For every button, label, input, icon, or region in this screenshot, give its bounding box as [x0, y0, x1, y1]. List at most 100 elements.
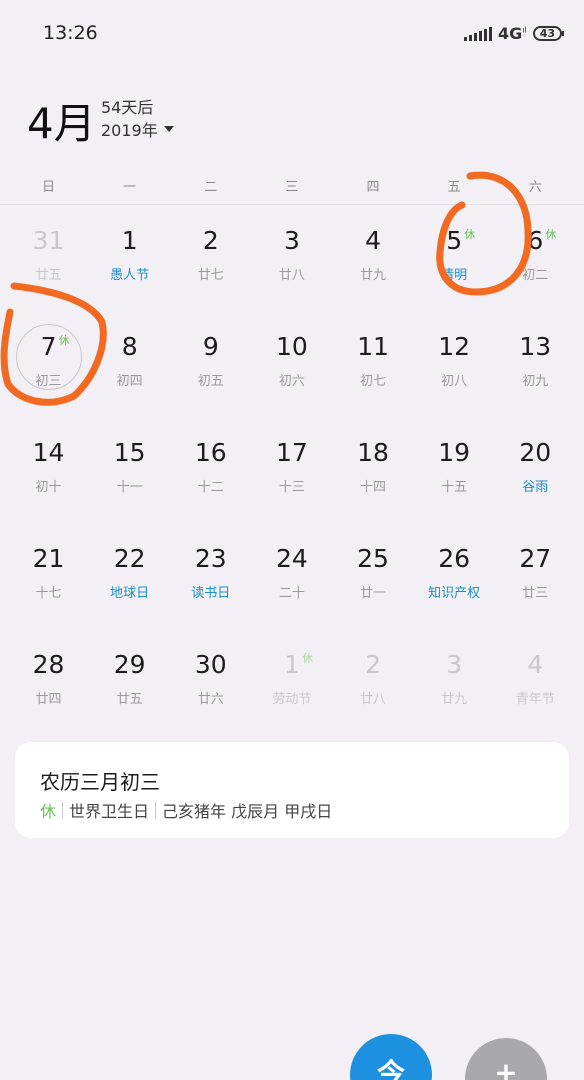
- today-label: 今: [376, 1057, 405, 1080]
- day-cell[interactable]: 11 初七: [333, 320, 414, 426]
- day-cell[interactable]: 19 十五: [414, 426, 495, 532]
- lunar-date: 农历三月初三: [40, 770, 160, 794]
- rest-day-badge: 休: [301, 652, 313, 665]
- ganzhi-label: 己亥猪年 戊辰月 甲戌日: [162, 802, 333, 821]
- weekday-mon: 一: [123, 180, 137, 195]
- day-cell[interactable]: 12 初八: [414, 320, 495, 426]
- day-number: 2: [365, 650, 382, 679]
- day-cell[interactable]: 27 廿三: [495, 532, 576, 638]
- weekday-tue: 二: [204, 180, 218, 195]
- lunar-label: 初二: [522, 268, 549, 283]
- day-cell[interactable]: 5 清明 休: [414, 214, 495, 320]
- lunar-label: 十四: [360, 480, 387, 495]
- day-cell[interactable]: 7 初三 休: [8, 320, 89, 426]
- day-cell[interactable]: 21 十七: [8, 532, 89, 638]
- day-number: 1: [283, 650, 300, 679]
- day-cell[interactable]: 14 初十: [8, 426, 89, 532]
- day-number: 21: [32, 544, 65, 573]
- separator: [62, 802, 64, 818]
- day-number: 29: [113, 650, 146, 679]
- day-cell[interactable]: 1 劳动节 休: [251, 638, 332, 744]
- add-event-button[interactable]: +: [465, 1038, 547, 1080]
- year-selector[interactable]: 2019年: [101, 117, 174, 141]
- day-cell[interactable]: 28 廿四: [8, 638, 89, 744]
- weekday-sat: 六: [528, 180, 542, 195]
- day-cell[interactable]: 9 初五: [170, 320, 251, 426]
- lunar-label: 清明: [441, 268, 468, 283]
- day-number: 19: [438, 438, 471, 467]
- lunar-label: 地球日: [110, 586, 150, 601]
- day-number: 13: [519, 332, 552, 361]
- day-number: 30: [194, 650, 227, 679]
- day-number: 6: [527, 226, 544, 255]
- day-number: 4: [365, 226, 382, 255]
- day-number: 1: [121, 226, 138, 255]
- day-number: 18: [357, 438, 389, 467]
- day-cell[interactable]: 2 廿七: [170, 214, 251, 320]
- day-cell[interactable]: 3 廿八: [251, 214, 332, 320]
- lunar-label: 廿八: [360, 692, 387, 707]
- day-cell[interactable]: 25 廿一: [333, 532, 414, 638]
- day-cell[interactable]: 1 愚人节: [89, 214, 170, 320]
- day-number: 20: [519, 438, 552, 467]
- day-number: 27: [519, 544, 552, 573]
- day-cell[interactable]: 6 初二 休: [495, 214, 576, 320]
- status-icons: 4Gıl 43: [463, 24, 565, 43]
- day-number: 14: [32, 438, 65, 467]
- lunar-label: 廿五: [116, 692, 143, 707]
- day-number: 3: [283, 226, 300, 255]
- day-cell[interactable]: 18 十四: [333, 426, 414, 532]
- day-cell[interactable]: 4 廿九: [333, 214, 414, 320]
- rest-day-badge: 休: [58, 334, 70, 347]
- day-cell[interactable]: 29 廿五: [89, 638, 170, 744]
- divider: [0, 204, 584, 205]
- day-cell[interactable]: 30 廿六: [170, 638, 251, 744]
- calendar-grid: 31 廿五 1 愚人节 2 廿七 3 廿八 4 廿九 5 清明休 6 初二休 7 初三休 8 初四 9 初五 10 初六 1…: [8, 214, 576, 744]
- caret-down-icon: [163, 126, 174, 132]
- day-cell[interactable]: 20 谷雨: [495, 426, 576, 532]
- lunar-label: 二十: [278, 586, 305, 601]
- day-cell[interactable]: 23 读书日: [170, 532, 251, 638]
- day-cell[interactable]: 17 十三: [251, 426, 332, 532]
- lunar-label: 初六: [278, 374, 305, 389]
- lunar-label: 初四: [116, 374, 143, 389]
- day-cell[interactable]: 15 十一: [89, 426, 170, 532]
- lunar-label: 廿七: [197, 268, 224, 283]
- lunar-label: 读书日: [191, 586, 231, 601]
- lunar-label: 廿五: [35, 268, 62, 283]
- day-number: 23: [194, 544, 227, 573]
- day-cell[interactable]: 3 廿九: [414, 638, 495, 744]
- lunar-label: 廿九: [360, 268, 387, 283]
- lunar-label: 十二: [197, 480, 224, 495]
- lunar-label: 劳动节: [272, 692, 312, 707]
- lunar-label: 谷雨: [522, 480, 549, 495]
- day-cell[interactable]: 10 初六: [251, 320, 332, 426]
- today-button[interactable]: 今: [350, 1034, 432, 1080]
- day-number: 5: [446, 226, 463, 255]
- day-info-card[interactable]: 农历三月初三 休 世界卫生日 己亥猪年 戊辰月 甲戌日: [15, 742, 569, 838]
- day-cell[interactable]: 8 初四: [89, 320, 170, 426]
- day-cell[interactable]: 4 青年节: [495, 638, 576, 744]
- lunar-label: 廿一: [360, 586, 387, 601]
- day-number: 4: [527, 650, 544, 679]
- day-cell[interactable]: 13 初九: [495, 320, 576, 426]
- year-label: 2019年: [101, 121, 158, 140]
- day-number: 28: [32, 650, 65, 679]
- day-cell[interactable]: 31 廿五: [8, 214, 89, 320]
- day-cell[interactable]: 2 廿八: [333, 638, 414, 744]
- day-cell[interactable]: 26 知识产权: [414, 532, 495, 638]
- network-label: 4Gıl: [497, 24, 527, 43]
- lunar-label: 廿六: [197, 692, 224, 707]
- day-number: 24: [276, 544, 308, 573]
- day-cell[interactable]: 16 十二: [170, 426, 251, 532]
- lunar-label: 初三: [35, 374, 62, 389]
- day-number: 16: [194, 438, 227, 467]
- day-cell[interactable]: 22 地球日: [89, 532, 170, 638]
- weekday-sun: 日: [42, 180, 56, 195]
- rest-day-badge: 休: [545, 228, 557, 241]
- day-info-line: 休 世界卫生日 己亥猪年 戊辰月 甲戌日: [40, 798, 332, 822]
- day-cell[interactable]: 24 二十: [251, 532, 332, 638]
- month-title[interactable]: 4月: [27, 90, 96, 151]
- weekday-wed: 三: [285, 180, 299, 195]
- lunar-label: 廿三: [522, 586, 549, 601]
